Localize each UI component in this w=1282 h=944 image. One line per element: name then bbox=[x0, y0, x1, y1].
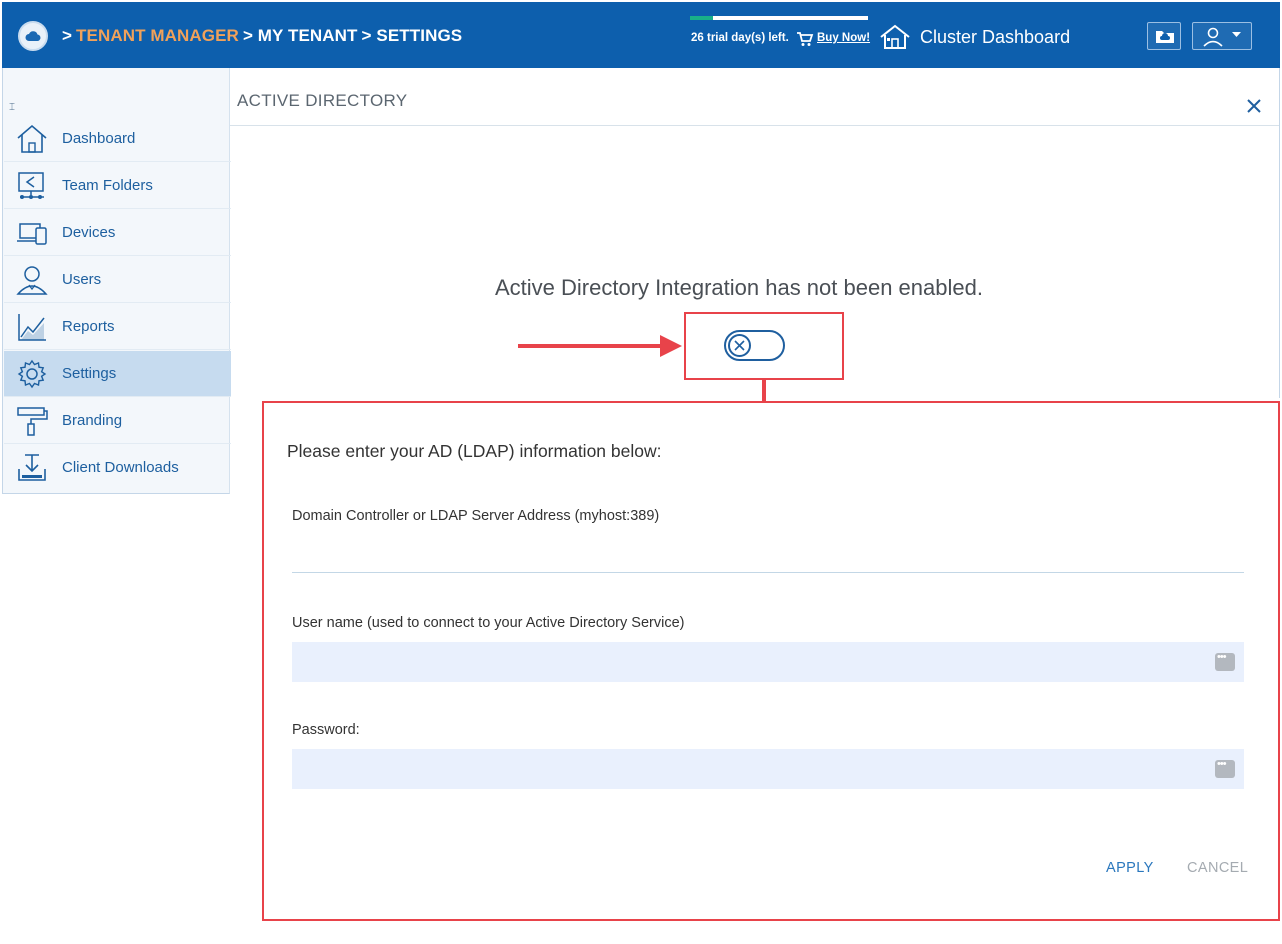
toggle-knob bbox=[728, 334, 751, 357]
trial-days-text: 26 trial day(s) left. bbox=[691, 32, 789, 44]
username-label: User name (used to connect to your Activ… bbox=[292, 615, 685, 631]
breadcrumb-tenant-manager[interactable]: TENANT MANAGER bbox=[76, 26, 239, 45]
sidebar-item-label: Settings bbox=[62, 365, 117, 382]
trial-progress-bar bbox=[690, 16, 868, 20]
download-icon bbox=[18, 454, 46, 481]
top-bar: > TENANT MANAGER > MY TENANT > SETTINGS 26 … bbox=[2, 2, 1280, 68]
cloud-folder-button[interactable] bbox=[1147, 22, 1181, 50]
sidebar-item-branding[interactable]: Branding bbox=[4, 398, 231, 444]
sidebar-item-label: Team Folders bbox=[62, 177, 153, 194]
ldap-address-label: Domain Controller or LDAP Server Address… bbox=[292, 508, 660, 524]
close-circle-icon bbox=[734, 340, 745, 351]
trial-progress-fill bbox=[690, 16, 714, 20]
title-divider bbox=[230, 125, 1280, 126]
paint-roller-icon bbox=[17, 407, 48, 436]
username-input[interactable] bbox=[292, 642, 1244, 682]
sidebar-item-label: Users bbox=[62, 271, 102, 288]
breadcrumb-separator: > bbox=[62, 26, 73, 45]
ad-status-message: Active Directory Integration has not bee… bbox=[495, 275, 983, 300]
panel-border bbox=[1279, 68, 1280, 398]
cluster-dashboard-link[interactable]: Cluster Dashboard bbox=[920, 27, 1070, 48]
collapse-icon[interactable]: ⌶ bbox=[9, 102, 15, 113]
shared-folder-icon bbox=[18, 172, 44, 199]
sidebar-item-label: Reports bbox=[62, 318, 115, 335]
breadcrumb-my-tenant[interactable]: > MY TENANT bbox=[243, 26, 358, 45]
user-menu-icon bbox=[1203, 27, 1241, 47]
sidebar-item-team-folders[interactable]: Team Folders bbox=[4, 163, 231, 209]
sidebar: ⌶ Dashboard Team Folders Devices Users R… bbox=[2, 68, 231, 494]
devices-icon bbox=[17, 223, 47, 245]
ad-integration-toggle[interactable] bbox=[724, 330, 785, 361]
buy-now-link[interactable]: Buy Now! bbox=[817, 32, 870, 44]
cancel-button[interactable]: CANCEL bbox=[1187, 860, 1248, 876]
home-icon bbox=[17, 124, 47, 153]
sidebar-item-label: Branding bbox=[62, 412, 123, 429]
chart-icon bbox=[18, 314, 46, 341]
user-icon bbox=[16, 266, 48, 295]
page-title: ACTIVE DIRECTORY bbox=[237, 91, 408, 110]
cloud-folder-icon bbox=[1156, 31, 1174, 43]
user-menu-button[interactable] bbox=[1192, 22, 1252, 50]
password-manager-icon[interactable] bbox=[1215, 651, 1235, 671]
password-manager-icon[interactable] bbox=[1215, 758, 1235, 778]
sidebar-item-label: Dashboard bbox=[62, 130, 136, 147]
sidebar-item-client-downloads[interactable]: Client Downloads bbox=[4, 445, 231, 491]
breadcrumb-settings: > SETTINGS bbox=[361, 26, 463, 45]
password-label: Password: bbox=[292, 722, 360, 738]
breadcrumb: > TENANT MANAGER > MY TENANT > SETTINGS bbox=[62, 26, 466, 46]
cluster-home-icon[interactable] bbox=[878, 23, 912, 51]
cart-icon[interactable] bbox=[796, 31, 814, 47]
sidebar-item-dashboard[interactable]: Dashboard bbox=[4, 116, 231, 162]
form-heading: Please enter your AD (LDAP) information … bbox=[287, 441, 662, 461]
apply-button[interactable]: APPLY bbox=[1106, 860, 1154, 876]
sidebar-item-users[interactable]: Users bbox=[4, 257, 231, 303]
app-logo-icon[interactable] bbox=[18, 21, 48, 51]
gear-icon bbox=[17, 359, 47, 389]
close-icon[interactable] bbox=[1244, 96, 1264, 116]
sidebar-item-label: Client Downloads bbox=[62, 459, 179, 476]
ldap-address-input[interactable] bbox=[292, 536, 1244, 573]
password-input[interactable] bbox=[292, 749, 1244, 789]
sidebar-item-reports[interactable]: Reports bbox=[4, 304, 231, 350]
sidebar-item-devices[interactable]: Devices bbox=[4, 210, 231, 256]
sidebar-item-label: Devices bbox=[62, 224, 116, 241]
sidebar-item-settings[interactable]: Settings bbox=[4, 351, 231, 397]
